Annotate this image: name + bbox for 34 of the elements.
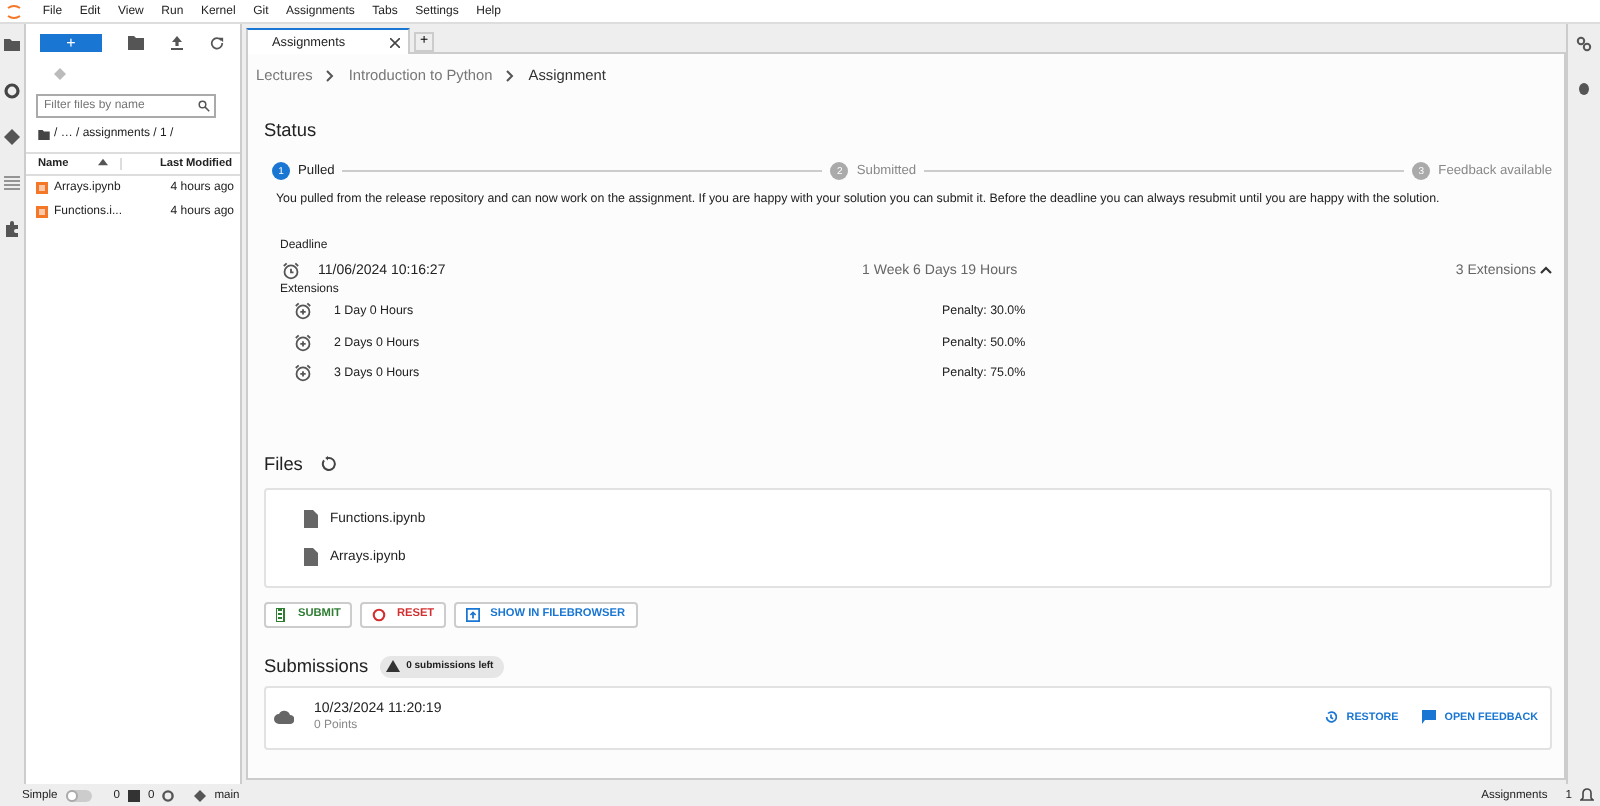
section-title: Files [264,453,303,473]
reload-icon[interactable] [320,455,337,471]
new-launcher-button[interactable]: + [40,33,102,51]
puzzle-icon[interactable] [4,220,20,238]
alarm-add-icon [294,364,312,383]
refresh-icon[interactable] [210,35,224,49]
chevron-right-icon [326,69,335,81]
chevron-right-icon [506,69,515,81]
circle-icon[interactable] [4,82,20,100]
folder-icon[interactable] [38,129,50,139]
gears-icon[interactable] [1576,36,1592,52]
search-icon [198,100,210,112]
section-title: Submissions [264,656,369,676]
feedback-icon [1422,710,1437,724]
logo-icon[interactable] [6,3,22,19]
upload-icon[interactable] [170,35,184,49]
history-icon [1324,710,1339,724]
file-icon [304,547,318,565]
alarm-clock-icon [282,261,300,279]
chevron-up-icon [1540,266,1552,274]
bell-icon[interactable] [1580,788,1594,802]
simple-mode-switch[interactable] [65,789,92,801]
file-icon [304,509,318,527]
open-window-icon [466,607,481,621]
folder-icon[interactable] [128,35,144,49]
alarm-add-icon [294,333,312,352]
list-icon[interactable] [4,174,20,192]
close-icon[interactable] [390,37,400,47]
checklist-icon [276,607,288,621]
alarm-add-icon [294,302,312,321]
warning-icon [386,660,401,672]
section-title: Status [264,120,319,140]
folder-icon[interactable] [4,36,20,54]
sort-up-icon [98,158,108,166]
